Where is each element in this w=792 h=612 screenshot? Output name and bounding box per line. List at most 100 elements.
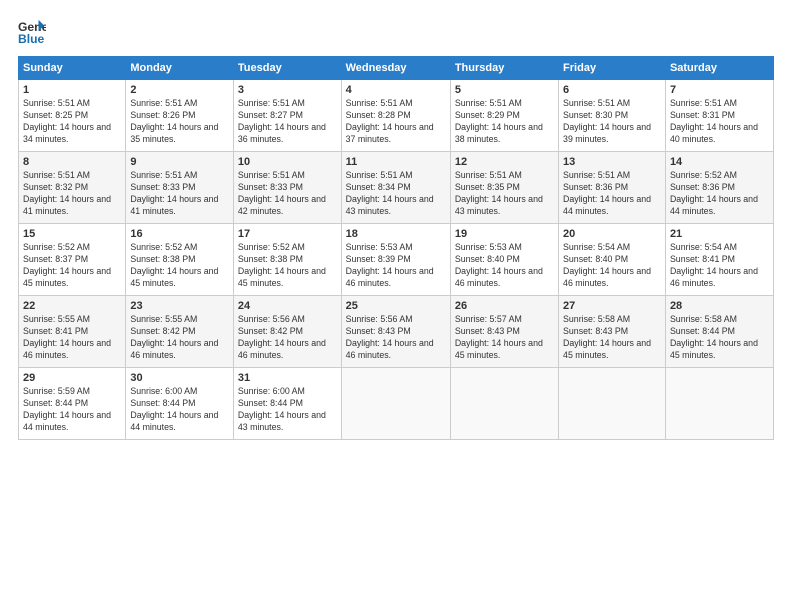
- cell-sunset: Sunset: 8:31 PM: [670, 110, 735, 120]
- cell-sunset: Sunset: 8:43 PM: [346, 326, 411, 336]
- cell-daylight: Daylight: 14 hours and 46 minutes.: [23, 338, 111, 360]
- cell-sunrise: Sunrise: 5:53 AM: [346, 242, 413, 252]
- calendar-cell: 5 Sunrise: 5:51 AM Sunset: 8:29 PM Daylight…: [450, 80, 558, 152]
- calendar-cell: [559, 368, 666, 440]
- cell-daylight: Daylight: 14 hours and 45 minutes.: [455, 338, 543, 360]
- cell-sunrise: Sunrise: 5:54 AM: [670, 242, 737, 252]
- cell-sunrise: Sunrise: 5:51 AM: [563, 170, 630, 180]
- cell-sunrise: Sunrise: 5:52 AM: [130, 242, 197, 252]
- week-row-5: 29Sunrise: 5:59 AMSunset: 8:44 PMDayligh…: [19, 368, 774, 440]
- cell-sunrise: Sunrise: 5:51 AM: [130, 98, 197, 108]
- header-monday: Monday: [126, 57, 234, 80]
- calendar-cell: 27Sunrise: 5:58 AMSunset: 8:43 PMDayligh…: [559, 296, 666, 368]
- cell-daylight: Daylight: 14 hours and 42 minutes.: [238, 194, 326, 216]
- header-wednesday: Wednesday: [341, 57, 450, 80]
- calendar-table: SundayMondayTuesdayWednesdayThursdayFrid…: [18, 56, 774, 440]
- svg-text:Blue: Blue: [18, 32, 45, 46]
- cell-sunrise: Sunrise: 5:51 AM: [670, 98, 737, 108]
- cell-daylight: Daylight: 14 hours and 46 minutes.: [346, 266, 434, 288]
- cell-sunrise: Sunrise: 5:56 AM: [346, 314, 413, 324]
- cell-daylight: Daylight: 14 hours and 38 minutes.: [455, 122, 543, 144]
- calendar-cell: 30 Sunrise: 6:00 AM Sunset: 8:44 PM Dayligh…: [126, 368, 234, 440]
- cell-daylight: Daylight: 14 hours and 36 minutes.: [238, 122, 326, 144]
- cell-daylight: Daylight: 14 hours and 45 minutes.: [563, 338, 651, 360]
- cell-sunset: Sunset: 8:34 PM: [346, 182, 411, 192]
- cell-sunrise: Sunrise: 5:51 AM: [455, 170, 522, 180]
- cell-daylight: Daylight: 14 hours and 44 minutes.: [670, 194, 758, 216]
- calendar-cell: 29Sunrise: 5:59 AMSunset: 8:44 PMDayligh…: [19, 368, 126, 440]
- cell-daylight: Daylight: 14 hours and 46 minutes.: [455, 266, 543, 288]
- day-number: 6: [563, 84, 661, 96]
- cell-daylight: Daylight: 14 hours and 46 minutes.: [346, 338, 434, 360]
- cell-sunrise: Sunrise: 5:51 AM: [346, 98, 413, 108]
- day-number: 16: [130, 228, 229, 240]
- logo: General Blue: [18, 18, 48, 46]
- cell-daylight: Daylight: 14 hours and 46 minutes.: [238, 338, 326, 360]
- day-number: 21: [670, 228, 769, 240]
- header: General Blue: [18, 18, 774, 46]
- cell-sunset: Sunset: 8:38 PM: [238, 254, 303, 264]
- cell-sunset: Sunset: 8:43 PM: [563, 326, 628, 336]
- day-number: 24: [238, 300, 337, 312]
- cell-sunset: Sunset: 8:37 PM: [23, 254, 88, 264]
- page: General Blue SundayMondayTuesdayWednesda…: [0, 0, 792, 612]
- calendar-cell: 11Sunrise: 5:51 AMSunset: 8:34 PMDayligh…: [341, 152, 450, 224]
- calendar-cell: 1Sunrise: 5:51 AMSunset: 8:25 PMDaylight…: [19, 80, 126, 152]
- cell-sunrise: Sunrise: 5:51 AM: [23, 170, 90, 180]
- cell-daylight: Daylight: 14 hours and 41 minutes.: [130, 194, 218, 216]
- cell-sunset: Sunset: 8:44 PM: [130, 398, 195, 408]
- calendar-cell: 10Sunrise: 5:51 AMSunset: 8:33 PMDayligh…: [233, 152, 341, 224]
- day-number: 15: [23, 228, 121, 240]
- calendar-header: SundayMondayTuesdayWednesdayThursdayFrid…: [19, 57, 774, 80]
- cell-sunset: Sunset: 8:29 PM: [455, 110, 520, 120]
- day-number: 30: [130, 372, 229, 384]
- cell-sunset: Sunset: 8:38 PM: [130, 254, 195, 264]
- cell-daylight: Daylight: 14 hours and 44 minutes.: [130, 410, 218, 432]
- cell-sunrise: Sunrise: 6:00 AM: [238, 386, 305, 396]
- day-number: 17: [238, 228, 337, 240]
- cell-sunset: Sunset: 8:33 PM: [238, 182, 303, 192]
- cell-sunset: Sunset: 8:42 PM: [238, 326, 303, 336]
- calendar-cell: 16Sunrise: 5:52 AMSunset: 8:38 PMDayligh…: [126, 224, 234, 296]
- day-number: 25: [346, 300, 446, 312]
- day-number: 1: [23, 84, 121, 96]
- day-number: 5: [455, 84, 554, 96]
- cell-sunrise: Sunrise: 6:00 AM: [130, 386, 197, 396]
- header-friday: Friday: [559, 57, 666, 80]
- cell-daylight: Daylight: 14 hours and 39 minutes.: [563, 122, 651, 144]
- cell-sunset: Sunset: 8:44 PM: [670, 326, 735, 336]
- week-row-4: 22Sunrise: 5:55 AMSunset: 8:41 PMDayligh…: [19, 296, 774, 368]
- cell-sunset: Sunset: 8:41 PM: [670, 254, 735, 264]
- cell-daylight: Daylight: 14 hours and 44 minutes.: [563, 194, 651, 216]
- calendar-cell: [341, 368, 450, 440]
- cell-daylight: Daylight: 14 hours and 43 minutes.: [238, 410, 326, 432]
- cell-sunset: Sunset: 8:44 PM: [238, 398, 303, 408]
- cell-sunrise: Sunrise: 5:52 AM: [238, 242, 305, 252]
- cell-sunrise: Sunrise: 5:51 AM: [563, 98, 630, 108]
- cell-sunrise: Sunrise: 5:51 AM: [23, 98, 90, 108]
- cell-sunset: Sunset: 8:32 PM: [23, 182, 88, 192]
- cell-sunset: Sunset: 8:36 PM: [670, 182, 735, 192]
- calendar-cell: 24Sunrise: 5:56 AMSunset: 8:42 PMDayligh…: [233, 296, 341, 368]
- day-number: 19: [455, 228, 554, 240]
- calendar-cell: 19Sunrise: 5:53 AMSunset: 8:40 PMDayligh…: [450, 224, 558, 296]
- cell-daylight: Daylight: 14 hours and 37 minutes.: [346, 122, 434, 144]
- cell-sunset: Sunset: 8:35 PM: [455, 182, 520, 192]
- cell-sunset: Sunset: 8:33 PM: [130, 182, 195, 192]
- cell-sunrise: Sunrise: 5:55 AM: [23, 314, 90, 324]
- day-number: 3: [238, 84, 337, 96]
- header-sunday: Sunday: [19, 57, 126, 80]
- day-number: 11: [346, 156, 446, 168]
- calendar-cell: 22Sunrise: 5:55 AMSunset: 8:41 PMDayligh…: [19, 296, 126, 368]
- cell-daylight: Daylight: 14 hours and 45 minutes.: [670, 338, 758, 360]
- header-row: SundayMondayTuesdayWednesdayThursdayFrid…: [19, 57, 774, 80]
- cell-sunset: Sunset: 8:39 PM: [346, 254, 411, 264]
- calendar-cell: 3Sunrise: 5:51 AMSunset: 8:27 PMDaylight…: [233, 80, 341, 152]
- cell-sunrise: Sunrise: 5:51 AM: [455, 98, 522, 108]
- cell-sunrise: Sunrise: 5:52 AM: [670, 170, 737, 180]
- day-number: 14: [670, 156, 769, 168]
- cell-sunrise: Sunrise: 5:58 AM: [563, 314, 630, 324]
- calendar-cell: 8Sunrise: 5:51 AMSunset: 8:32 PMDaylight…: [19, 152, 126, 224]
- day-number: 10: [238, 156, 337, 168]
- calendar-body: 1Sunrise: 5:51 AMSunset: 8:25 PMDaylight…: [19, 80, 774, 440]
